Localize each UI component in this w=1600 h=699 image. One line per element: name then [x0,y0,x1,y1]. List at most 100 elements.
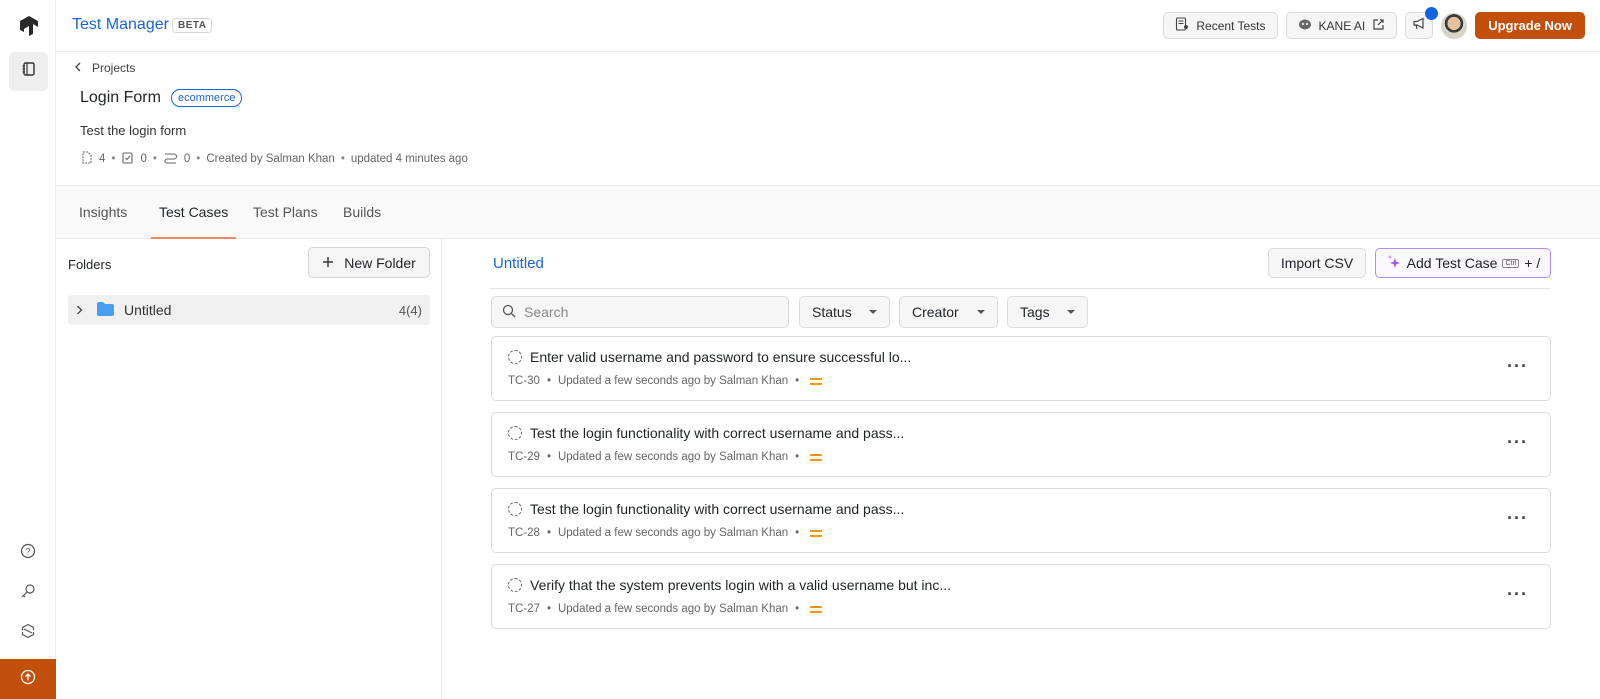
ctrl-key: Ctrl [1502,258,1520,268]
more-options-icon[interactable]: ··· [1507,585,1528,603]
external-link-icon [1372,18,1385,34]
report-icon [1175,17,1189,34]
status-filter[interactable]: Status [799,296,890,328]
test-plans-count: 0 [140,153,147,165]
help-icon[interactable]: ? [19,542,37,560]
nav-test-manager[interactable] [9,52,48,91]
app-title[interactable]: Test Manager [72,16,169,34]
creator-filter-label: Creator [912,304,959,320]
creator-filter[interactable]: Creator [899,296,998,328]
kane-ai-label: KANE AI [1318,18,1366,33]
add-test-case-button[interactable]: Add Test Case Ctrl + / [1375,248,1551,278]
svg-text:?: ? [25,547,30,557]
kane-ai-button[interactable]: KANE AI [1285,12,1398,39]
status-not-started-icon [508,502,522,516]
more-options-icon[interactable]: ··· [1507,509,1528,527]
recent-tests-button[interactable]: Recent Tests [1163,12,1278,39]
created-by: Created by Salman Khan [206,153,335,165]
priority-medium-icon [810,453,823,461]
divider [490,288,1550,289]
folder-icon [97,301,114,319]
more-options-icon[interactable]: ··· [1507,433,1528,451]
left-rail: ? [0,0,56,699]
builds-count: 0 [183,153,191,165]
top-bar: Test Manager BETA Recent Tests KANE AI U… [56,0,1600,52]
test-case-updated: Updated a few seconds ago by Salman Khan [557,527,789,539]
new-folder-label: New Folder [344,254,416,271]
upgrade-now-button[interactable]: Upgrade Now [1475,12,1585,39]
test-case-updated: Updated a few seconds ago by Salman Khan [557,375,789,387]
integrations-icon[interactable] [19,622,37,640]
search-placeholder: Search [524,304,569,320]
chevron-right-icon[interactable] [76,302,83,318]
notebook-icon [21,61,37,82]
test-plans-count-icon [121,151,134,167]
key-icon[interactable] [19,582,37,600]
search-icon [502,304,516,321]
test-case-updated: Updated a few seconds ago by Salman Khan [557,451,789,463]
recent-tests-label: Recent Tests [1196,18,1266,33]
import-csv-button[interactable]: Import CSV [1268,248,1366,278]
add-test-case-label: Add Test Case [1406,255,1498,271]
folder-item[interactable]: Untitled 4(4) [68,295,430,325]
new-folder-button[interactable]: New Folder [308,247,430,278]
tab-builds[interactable]: Builds [335,186,389,239]
test-case-updated: Updated a few seconds ago by Salman Khan [557,603,789,615]
priority-medium-icon [810,529,823,537]
sparkle-icon [1386,254,1402,273]
current-folder-title[interactable]: Untitled [493,255,544,272]
robot-icon [1298,17,1312,34]
test-case-row[interactable]: Verify that the system prevents login wi… [491,564,1551,629]
test-case-meta: TC-27 • Updated a few seconds ago by Salm… [508,603,823,615]
caret-down-icon [977,310,985,314]
project-meta: 4 • 0 • 0 • Created by Salman Khan • upd… [80,151,468,167]
test-case-title[interactable]: Enter valid username and password to ens… [530,349,911,365]
folder-count: 4(4) [398,302,422,318]
status-not-started-icon [508,426,522,440]
tab-insights[interactable]: Insights [71,186,135,239]
tags-filter[interactable]: Tags [1007,296,1088,328]
priority-medium-icon [810,377,823,385]
folders-pane: Folders New Folder Untitled 4(4) [56,239,442,699]
plus-icon [322,255,334,271]
user-avatar[interactable] [1441,12,1468,39]
project-title: Login Form [80,89,161,106]
test-case-id: TC-27 [508,603,540,615]
status-not-started-icon [508,578,522,592]
builds-count-icon [163,151,178,167]
breadcrumb[interactable]: Projects [74,61,135,75]
project-tabs: Insights Test Cases Test Plans Builds [56,185,1600,239]
project-tag[interactable]: ecommerce [171,89,243,107]
chevron-left-icon [74,61,82,75]
notification-dot [1425,7,1439,20]
search-input[interactable]: Search [491,296,789,328]
test-case-row[interactable]: Test the login functionality with correc… [491,488,1551,553]
test-case-row[interactable]: Test the login functionality with correc… [491,412,1551,477]
beta-badge: BETA [172,18,213,33]
test-case-title[interactable]: Test the login functionality with correc… [530,425,904,441]
tab-test-plans[interactable]: Test Plans [245,186,326,239]
folders-heading: Folders [68,257,112,272]
lambdatest-logo-icon[interactable] [17,14,41,38]
tab-test-cases[interactable]: Test Cases [151,186,237,239]
megaphone-icon [1412,16,1427,36]
test-cases-count: 4 [99,153,106,165]
more-options-icon[interactable]: ··· [1507,357,1528,375]
folder-name: Untitled [124,302,172,318]
project-description: Test the login form [80,123,187,138]
priority-medium-icon [810,605,823,613]
status-filter-label: Status [812,304,852,320]
test-case-row[interactable]: Enter valid username and password to ens… [491,336,1551,401]
announcements-button[interactable] [1405,7,1439,39]
test-case-meta: TC-29 • Updated a few seconds ago by Salm… [508,451,823,463]
test-case-id: TC-28 [508,527,540,539]
shortcut-rest: + / [1524,255,1541,271]
test-case-meta: TC-30 • Updated a few seconds ago by Salm… [508,375,823,387]
updated-time: updated 4 minutes ago [350,153,468,165]
arrow-up-circle-icon [20,669,36,690]
breadcrumb-projects[interactable]: Projects [92,61,135,75]
test-case-title[interactable]: Verify that the system prevents login wi… [530,577,951,593]
test-case-title[interactable]: Test the login functionality with correc… [530,501,904,517]
upgrade-rail-button[interactable] [0,659,56,699]
test-cases-count-icon [80,151,93,167]
